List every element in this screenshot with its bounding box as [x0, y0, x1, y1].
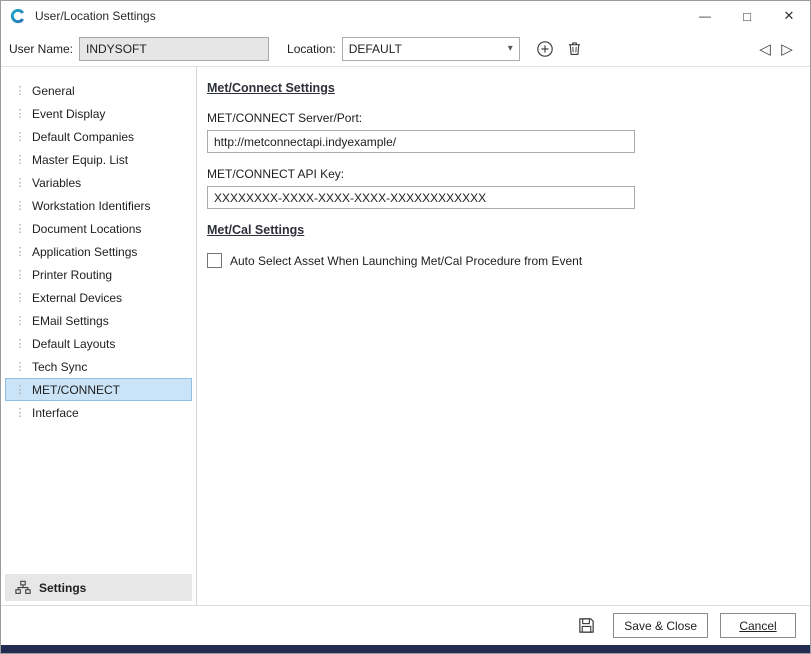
add-location-button[interactable]: [532, 36, 558, 62]
grip-icon: ⋮: [14, 107, 26, 120]
location-dropdown[interactable]: DEFAULT ▾: [342, 37, 520, 61]
sidebar-item-label: MET/CONNECT: [32, 383, 120, 397]
sidebar-item-document-locations[interactable]: ⋮ Document Locations: [5, 217, 192, 240]
server-port-label: MET/CONNECT Server/Port:: [207, 111, 810, 125]
sidebar-footer-settings[interactable]: Settings: [5, 574, 192, 601]
grip-icon: ⋮: [14, 199, 26, 212]
grip-icon: ⋮: [14, 406, 26, 419]
body-area: ⋮ General ⋮ Event Display ⋮ Default Compani…: [1, 67, 810, 605]
sidebar-item-label: Application Settings: [32, 245, 137, 259]
nav-previous-button[interactable]: ◁: [754, 40, 776, 58]
sidebar-item-label: Workstation Identifiers: [32, 199, 151, 213]
user-name-label: User Name:: [9, 42, 73, 56]
sidebar-item-label: Event Display: [32, 107, 105, 121]
sidebar-item-event-display[interactable]: ⋮ Event Display: [5, 102, 192, 125]
sidebar-item-printer-routing[interactable]: ⋮ Printer Routing: [5, 263, 192, 286]
grip-icon: ⋮: [14, 268, 26, 281]
server-port-input[interactable]: [207, 130, 635, 153]
sidebar-item-label: Default Companies: [32, 130, 134, 144]
sidebar-item-label: General: [32, 84, 75, 98]
grip-icon: ⋮: [14, 337, 26, 350]
settings-footer-label: Settings: [39, 581, 86, 595]
sidebar-item-label: External Devices: [32, 291, 122, 305]
grip-icon: ⋮: [14, 383, 26, 396]
footer-bar: Save & Close Cancel: [1, 605, 810, 645]
minimize-button[interactable]: —: [684, 1, 726, 31]
sidebar-item-external-devices[interactable]: ⋮ External Devices: [5, 286, 192, 309]
window-title: User/Location Settings: [35, 9, 156, 23]
auto-select-checkbox-row: Auto Select Asset When Launching Met/Cal…: [207, 253, 810, 268]
grip-icon: ⋮: [14, 314, 26, 327]
user-location-settings-window: User/Location Settings — □ ✕ User Name: …: [0, 0, 811, 654]
sidebar-item-label: Master Equip. List: [32, 153, 128, 167]
delete-location-button[interactable]: [562, 36, 588, 62]
sidebar-item-interface[interactable]: ⋮ Interface: [5, 401, 192, 424]
sidebar-item-label: Default Layouts: [32, 337, 115, 351]
sidebar-item-label: Printer Routing: [32, 268, 112, 282]
sidebar-item-default-layouts[interactable]: ⋮ Default Layouts: [5, 332, 192, 355]
auto-select-checkbox[interactable]: [207, 253, 222, 268]
sidebar-item-label: Tech Sync: [32, 360, 87, 374]
sidebar-item-email-settings[interactable]: ⋮ EMail Settings: [5, 309, 192, 332]
floppy-save-icon: [577, 616, 596, 635]
settings-sidebar: ⋮ General ⋮ Event Display ⋮ Default Compani…: [1, 67, 197, 605]
sidebar-item-master-equip-list[interactable]: ⋮ Master Equip. List: [5, 148, 192, 171]
grip-icon: ⋮: [14, 245, 26, 258]
api-key-input[interactable]: [207, 186, 635, 209]
sidebar-item-label: Interface: [32, 406, 79, 420]
app-logo-icon: [9, 7, 27, 25]
grip-icon: ⋮: [14, 130, 26, 143]
location-selected-value: DEFAULT: [349, 42, 508, 56]
grip-icon: ⋮: [14, 291, 26, 304]
sidebar-item-default-companies[interactable]: ⋮ Default Companies: [5, 125, 192, 148]
cancel-button-label: Cancel: [739, 619, 776, 633]
sidebar-item-met-connect[interactable]: ⋮ MET/CONNECT: [5, 378, 192, 401]
sidebar-item-workstation-identifiers[interactable]: ⋮ Workstation Identifiers: [5, 194, 192, 217]
plus-circle-icon: [536, 40, 554, 58]
met-connect-section-title: Met/Connect Settings: [207, 81, 810, 95]
user-name-field[interactable]: [79, 37, 269, 61]
chevron-down-icon: ▾: [508, 43, 513, 54]
save-and-close-button[interactable]: Save & Close: [613, 613, 708, 638]
grip-icon: ⋮: [14, 176, 26, 189]
nav-next-button[interactable]: ▷: [776, 40, 798, 58]
location-label: Location:: [287, 42, 336, 56]
met-cal-section-title: Met/Cal Settings: [207, 223, 810, 237]
grip-icon: ⋮: [14, 84, 26, 97]
grip-icon: ⋮: [14, 360, 26, 373]
sidebar-item-label: Document Locations: [32, 222, 141, 236]
close-button[interactable]: ✕: [768, 1, 810, 31]
grip-icon: ⋮: [14, 222, 26, 235]
api-key-label: MET/CONNECT API Key:: [207, 167, 810, 181]
sitemap-icon: [15, 580, 31, 596]
sidebar-item-tech-sync[interactable]: ⋮ Tech Sync: [5, 355, 192, 378]
save-button-icon[interactable]: [573, 613, 599, 639]
toolbar: User Name: Location: DEFAULT ▾ ◁ ▷: [1, 31, 810, 67]
maximize-button[interactable]: □: [726, 1, 768, 31]
sidebar-list: ⋮ General ⋮ Event Display ⋮ Default Compani…: [1, 79, 196, 574]
sidebar-item-variables[interactable]: ⋮ Variables: [5, 171, 192, 194]
auto-select-checkbox-label: Auto Select Asset When Launching Met/Cal…: [230, 254, 582, 268]
met-connect-settings-panel: Met/Connect Settings MET/CONNECT Server/…: [197, 67, 810, 605]
trash-icon: [566, 40, 583, 57]
sidebar-item-application-settings[interactable]: ⋮ Application Settings: [5, 240, 192, 263]
sidebar-item-general[interactable]: ⋮ General: [5, 79, 192, 102]
grip-icon: ⋮: [14, 153, 26, 166]
sidebar-item-label: EMail Settings: [32, 314, 109, 328]
titlebar: User/Location Settings — □ ✕: [1, 1, 810, 31]
cancel-button[interactable]: Cancel: [720, 613, 796, 638]
bottom-accent-strip: [1, 645, 810, 653]
sidebar-item-label: Variables: [32, 176, 81, 190]
